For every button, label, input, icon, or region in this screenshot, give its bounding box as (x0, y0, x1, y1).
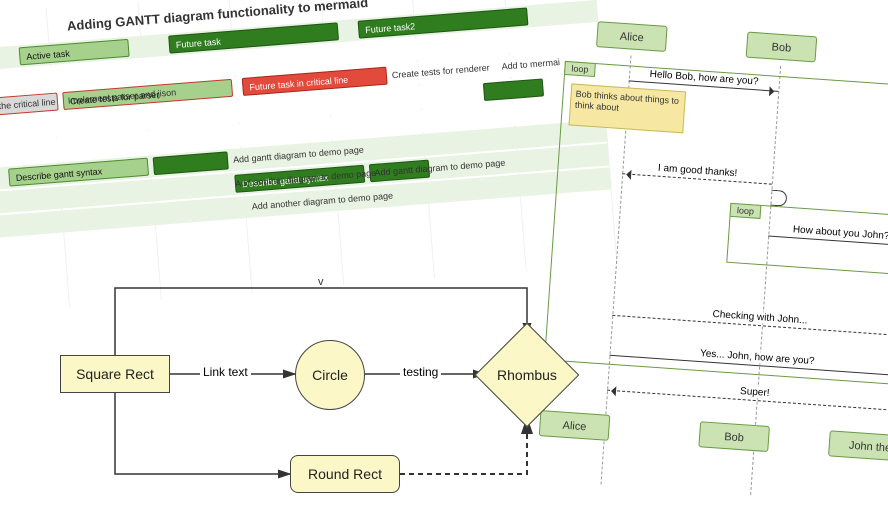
loop-tag: loop (564, 61, 596, 77)
flow-node-label: Round Rect (308, 466, 382, 482)
flowchart: v Square Rect Link text Circle testing R… (60, 280, 620, 490)
sequence-actor: Bob (746, 32, 818, 63)
flow-node-square-rect: Square Rect (60, 355, 170, 393)
arrow-icon (621, 169, 632, 180)
sequence-note: Bob thinks about things to think about (568, 83, 686, 133)
flow-top-merge-label: v (318, 276, 324, 288)
arrow-icon (769, 86, 780, 97)
loop-tag: loop (729, 203, 761, 219)
sequence-actor: John the Long (828, 430, 888, 464)
flow-node-label: Square Rect (76, 366, 154, 382)
flow-edge-label-link-text: Link text (200, 365, 251, 379)
sequence-actor: Alice (596, 21, 668, 52)
gantt-diagram: Adding GANTT diagram functionality to me… (0, 0, 617, 314)
sequence-actor: Bob (698, 421, 770, 452)
flow-edge-label-testing: testing (400, 365, 441, 379)
flow-node-label: Circle (312, 367, 348, 383)
message-label: Super! (738, 386, 772, 399)
flow-node-label: Rhombus (497, 367, 557, 383)
flow-node-circle: Circle (295, 340, 365, 410)
sequence-message: Super! (607, 390, 888, 412)
flow-node-round-rect: Round Rect (290, 455, 400, 493)
